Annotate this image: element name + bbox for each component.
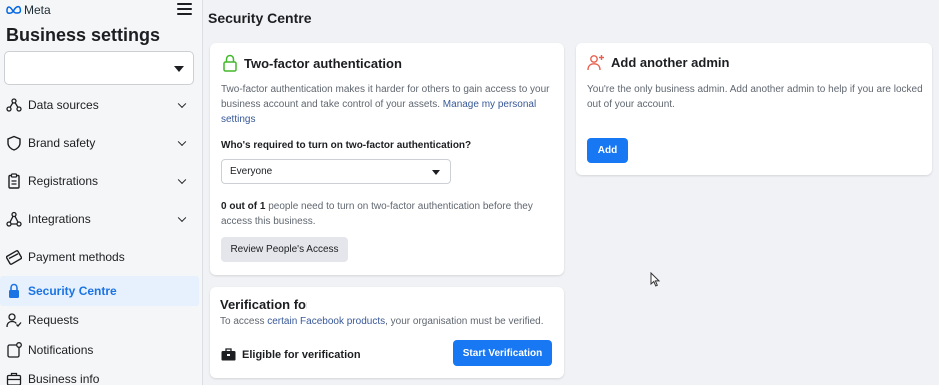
eligible-for-verification: Eligible for verification [221,348,361,361]
two-factor-selected-option: Everyone [230,166,273,177]
two-factor-count: 0 out of 1 [221,201,266,212]
two-factor-card: Two-factor authentication Two-factor aut… [210,43,564,275]
sidebar-item-label: Payment methods [28,250,125,264]
sidebar-item-payment-methods[interactable]: Payment methods [0,238,203,276]
payment-card-icon [5,248,23,266]
add-admin-title: Add another admin [611,55,730,70]
integrations-icon [5,210,23,228]
sidebar-item-data-sources[interactable]: Data sources [0,92,203,124]
sidebar-item-notifications[interactable]: Notifications [0,335,203,365]
sidebar: Meta Business settings Data sources Bran… [0,0,203,385]
business-settings-title: Business settings [6,25,161,45]
sidebar-item-label: Integrations [28,212,91,226]
notification-icon [5,341,23,359]
verification-title: Verification for [220,297,312,312]
meta-infinity-icon [6,5,22,14]
certain-facebook-products-link[interactable]: certain Facebook products [267,316,385,327]
redacted-business-name [307,295,424,313]
lock-icon [5,282,23,300]
add-admin-header: Add another admin [587,54,729,71]
add-admin-card: Add another admin You're the only busine… [576,43,932,175]
add-admin-description: You're the only business admin. Add anot… [587,84,923,110]
caret-down-icon [432,170,440,175]
caret-down-icon [174,66,184,72]
person-check-icon [5,311,23,329]
chevron-down-icon [177,175,187,185]
two-factor-header: Two-factor authentication [222,54,402,72]
verification-description: To access certain Facebook products, you… [220,316,544,327]
mouse-cursor-icon [650,272,660,287]
sidebar-item-label: Data sources [28,98,99,112]
sidebar-item-security-centre[interactable]: Security Centre [0,276,199,306]
review-peoples-access-button[interactable]: Review People's Access [221,237,348,262]
sidebar-nav: Data sources Brand safety Registrations [0,92,203,385]
lock-outline-icon [223,54,237,72]
business-account-select[interactable] [4,51,194,85]
two-factor-status: 0 out of 1 people need to turn on two-fa… [221,201,533,227]
two-factor-question: Who's required to turn on two-factor aut… [221,140,472,151]
two-factor-description: Two-factor authentication makes it harde… [221,84,550,125]
page-title: Security Centre [208,10,312,26]
sidebar-item-brand-safety[interactable]: Brand safety [0,124,203,162]
briefcase-icon [5,370,23,385]
add-admin-button[interactable]: Add [587,138,628,163]
sidebar-item-label: Notifications [28,342,94,357]
meta-wordmark: Meta [24,3,51,17]
sidebar-item-registrations[interactable]: Registrations [0,162,203,200]
sidebar-item-label: Requests [28,313,79,328]
two-factor-title: Two-factor authentication [244,55,402,71]
sidebar-item-label: Business info [28,372,100,385]
sidebar-item-integrations[interactable]: Integrations [0,200,203,238]
hamburger-menu-icon[interactable] [177,3,192,17]
sidebar-item-label: Security Centre [28,283,117,298]
sidebar-item-business-info[interactable]: Business info [0,365,203,385]
chevron-down-icon [177,213,187,223]
clipboard-icon [5,172,23,190]
chevron-down-icon [177,137,187,147]
data-sources-icon [5,96,23,114]
start-verification-button[interactable]: Start Verification [453,340,552,366]
two-factor-required-select[interactable]: Everyone [221,159,451,184]
eligible-label: Eligible for verification [242,348,361,361]
shield-icon [5,134,23,152]
add-person-icon [587,55,604,71]
chevron-down-icon [177,99,187,109]
meta-logo[interactable]: Meta [6,3,51,17]
sidebar-item-label: Brand safety [28,136,96,150]
briefcase-icon [221,348,236,361]
sidebar-item-requests[interactable]: Requests [0,306,203,336]
verification-card: Verification for To access certain Faceb… [210,287,564,378]
sidebar-item-label: Registrations [28,174,99,188]
